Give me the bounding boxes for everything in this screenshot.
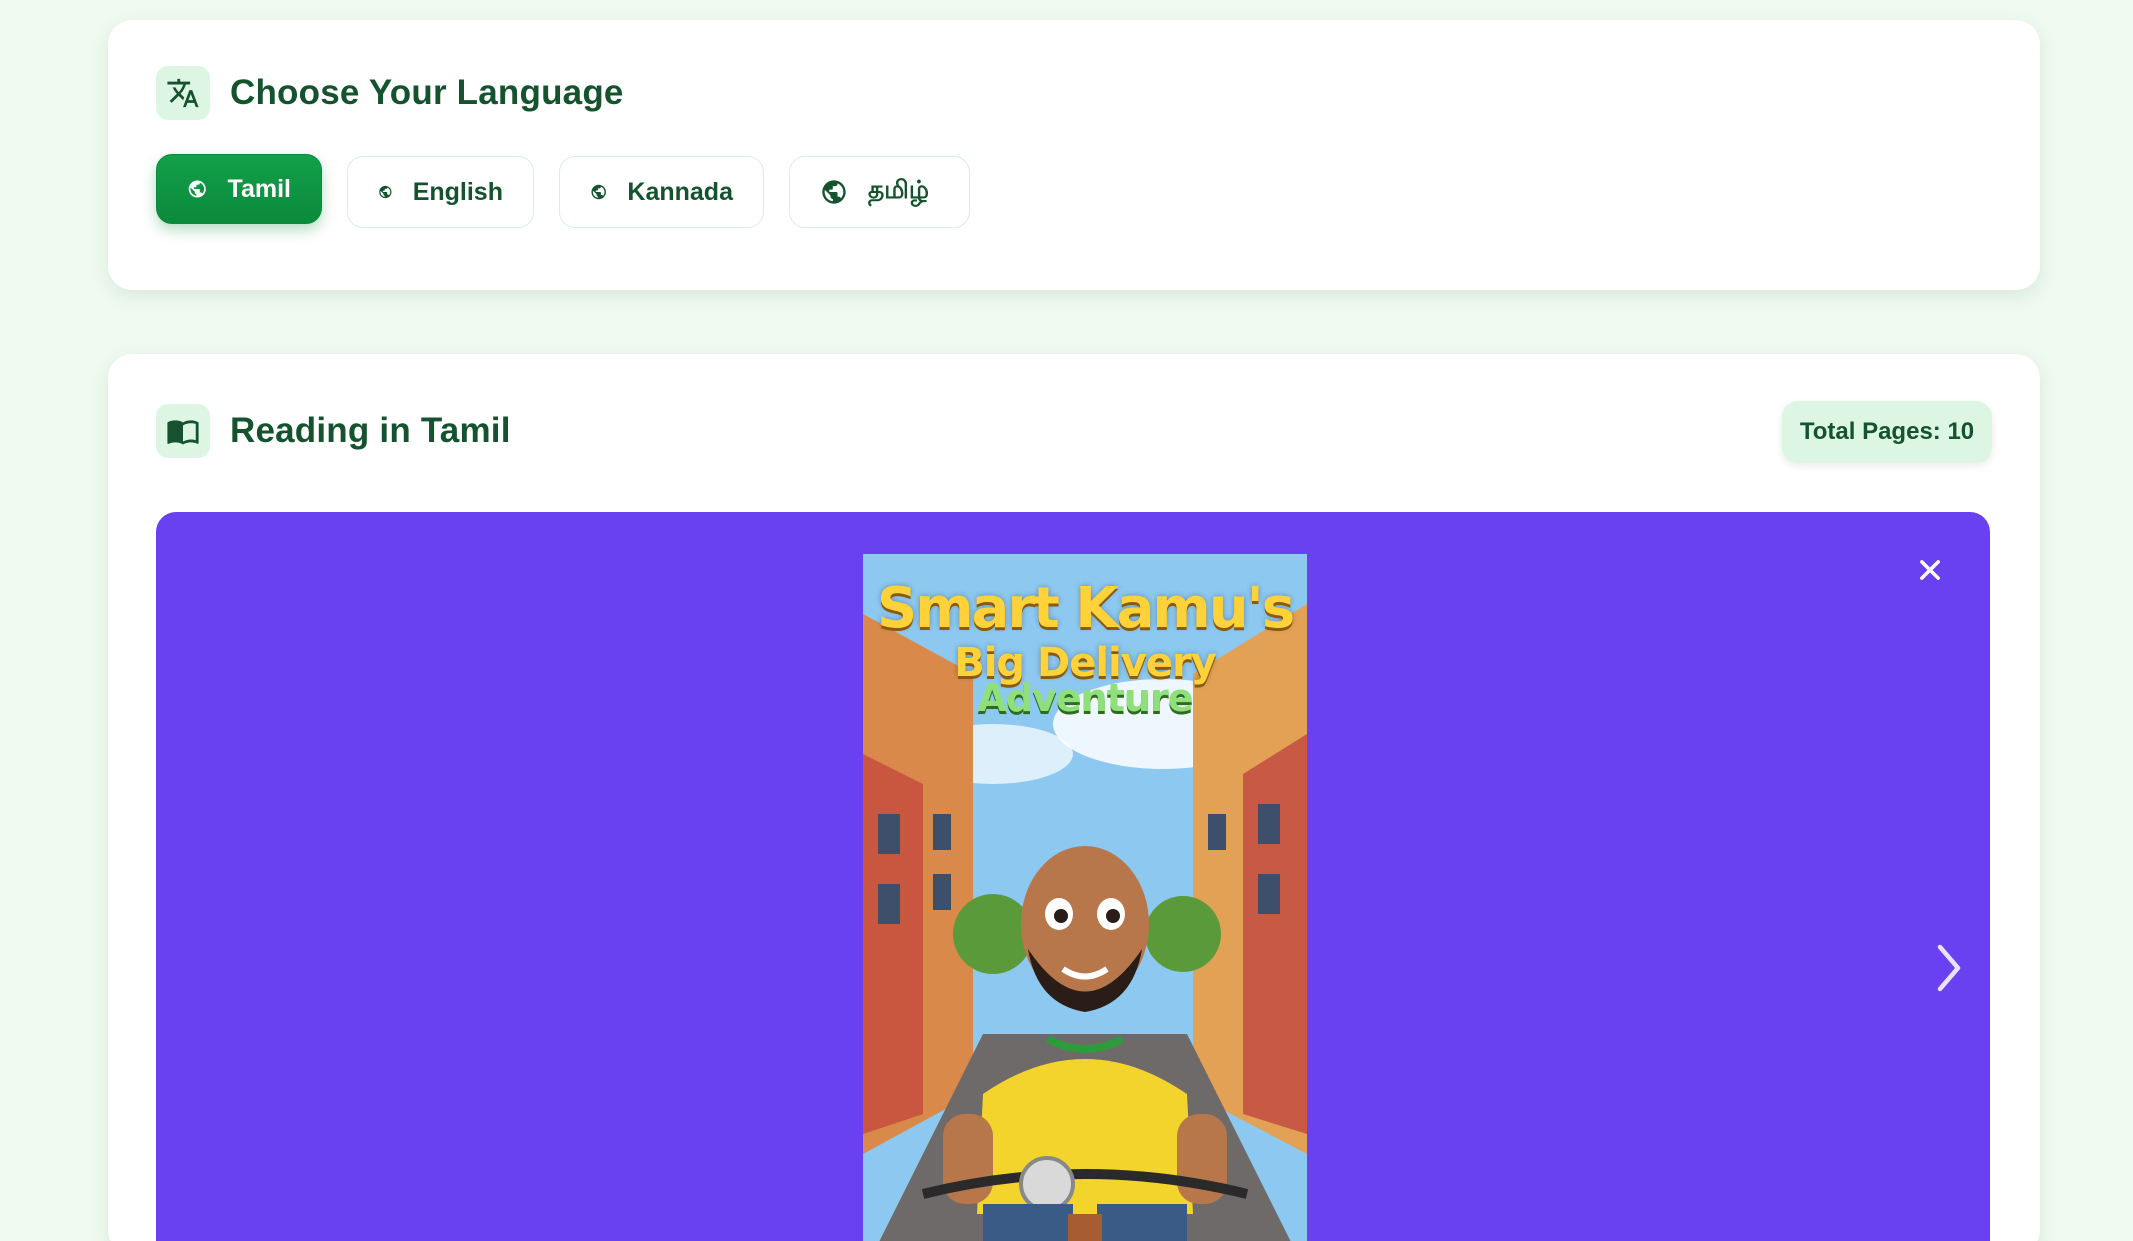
globe-icon <box>591 184 606 200</box>
reading-card-header: Reading in Tamil <box>156 404 511 458</box>
cover-title-line1: Smart Kamu's <box>876 576 1295 641</box>
globe-icon <box>188 180 206 198</box>
globe-icon <box>822 180 846 204</box>
close-icon <box>1920 560 1940 580</box>
reading-card: Reading in Tamil Total Pages: 10 Smart K… <box>108 354 2040 1241</box>
language-card-header: Choose Your Language <box>156 66 624 120</box>
book-viewer: Smart Kamu's Big Delivery Adventure <box>156 512 1990 1241</box>
language-option-tamil-script[interactable]: தமிழ் <box>789 156 970 228</box>
language-option-label: English <box>412 177 503 206</box>
cover-title-line3: Adventure <box>977 676 1194 720</box>
language-card: Choose Your Language Tamil English Kanna… <box>108 20 2040 290</box>
language-option-tamil[interactable]: Tamil <box>156 154 322 224</box>
page: Choose Your Language Tamil English Kanna… <box>0 0 2133 1241</box>
language-option-label: Tamil <box>227 174 291 203</box>
book-open-icon <box>156 404 210 458</box>
globe-icon <box>379 185 392 199</box>
reading-card-title: Reading in Tamil <box>230 411 511 450</box>
language-options: Tamil English Kannada தமிழ் <box>156 154 970 228</box>
book-cover-page: Smart Kamu's Big Delivery Adventure <box>863 554 1307 1241</box>
next-page-button[interactable] <box>1922 928 1976 1008</box>
language-option-english[interactable]: English <box>347 156 534 228</box>
language-option-label: தமிழ் <box>868 176 930 204</box>
chevron-right-icon <box>1937 944 1961 992</box>
total-pages-badge: Total Pages: 10 <box>1782 401 1992 463</box>
close-button[interactable] <box>1908 548 1952 592</box>
language-option-kannada[interactable]: Kannada <box>559 156 764 228</box>
translate-icon <box>156 66 210 120</box>
language-card-title: Choose Your Language <box>230 73 624 112</box>
language-option-label: Kannada <box>627 177 733 206</box>
